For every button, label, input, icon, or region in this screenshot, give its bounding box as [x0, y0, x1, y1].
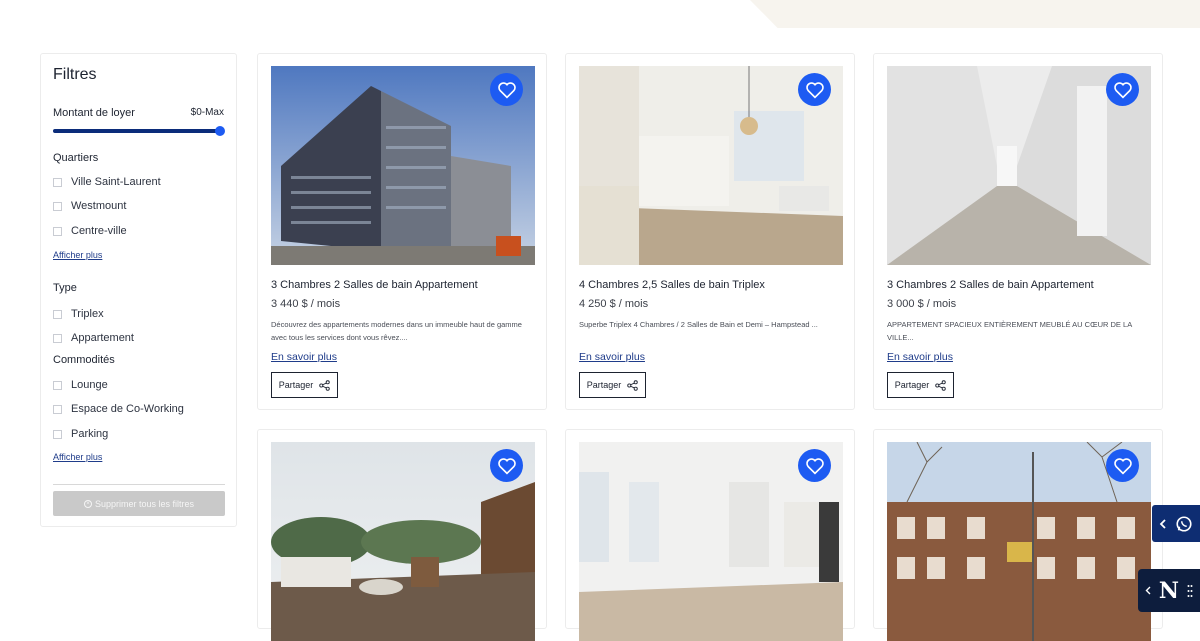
heart-icon [497, 457, 516, 475]
filters-panel: Filtres Montant de loyer $0-Max Quartier… [40, 53, 237, 527]
favorite-button[interactable] [490, 73, 523, 106]
checkbox-box[interactable] [53, 380, 62, 390]
checkbox-label: Centre-ville [71, 225, 127, 237]
clear-filters-button[interactable]: × Supprimer tous les filtres [53, 491, 225, 516]
type-title: Type [53, 282, 77, 294]
checkbox-westmount[interactable]: Westmount [53, 200, 126, 212]
listing-photo-terrace[interactable] [271, 442, 535, 641]
checkbox-label: Westmount [71, 200, 127, 212]
listing-card: 3 Chambres 2 Salles de bain Appartement … [257, 53, 547, 410]
listing-title: 3 Chambres 2 Salles de bain Appartement [271, 279, 478, 291]
share-icon [935, 379, 946, 391]
header-decoration [750, 0, 1200, 28]
share-button[interactable]: Partager [271, 372, 338, 398]
listing-card: 3 Chambres 2 Salles de bain Appartement … [873, 53, 1163, 410]
checkbox-lounge[interactable]: Lounge [53, 379, 108, 391]
drag-handle-icon [1187, 584, 1193, 597]
share-icon [627, 379, 638, 391]
learn-more-link[interactable]: En savoir plus [887, 351, 953, 363]
checkbox-box[interactable] [53, 201, 62, 211]
listing-title: 3 Chambres 2 Salles de bain Appartement [887, 279, 1094, 291]
favorite-button[interactable] [798, 449, 831, 482]
heart-icon [1113, 457, 1132, 475]
favorite-button[interactable] [1106, 73, 1139, 106]
amenities-title: Commodités [53, 354, 115, 366]
share-label: Partager [586, 380, 622, 390]
listing-photo-living-room[interactable] [579, 442, 843, 641]
listing-photo-hallway[interactable] [887, 66, 1151, 265]
checkbox-appartement[interactable]: Appartement [53, 332, 134, 344]
listing-description: APPARTEMENT SPACIEUX ENTIÈREMENT MEUBLÉ … [887, 320, 1132, 342]
listing-card [565, 429, 855, 641]
filters-title: Filtres [53, 66, 97, 83]
checkbox-label: Triplex [71, 308, 104, 320]
brand-widget[interactable]: N [1138, 569, 1200, 612]
listing-price: 3 000 $ / mois [887, 298, 957, 310]
checkbox-label: Espace de Co-Working [71, 403, 184, 415]
share-button[interactable]: Partager [579, 372, 646, 398]
listing-title: 4 Chambres 2,5 Salles de bain Triplex [579, 279, 765, 291]
listing-card: 4 Chambres 2,5 Salles de bain Triplex 4 … [565, 53, 855, 410]
heart-icon [497, 81, 516, 99]
heart-icon [1113, 81, 1132, 99]
favorite-button[interactable] [798, 73, 831, 106]
neighborhoods-title: Quartiers [53, 152, 99, 164]
rent-filter-header: Montant de loyer $0-Max [53, 107, 224, 119]
amenities-show-more-link[interactable]: Afficher plus [53, 452, 102, 462]
listing-card [257, 429, 547, 641]
learn-more-link[interactable]: En savoir plus [579, 351, 645, 363]
checkbox-centre-ville[interactable]: Centre-ville [53, 225, 127, 237]
checkbox-triplex[interactable]: Triplex [53, 308, 104, 320]
listing-description: Superbe Triplex 4 Chambres / 2 Salles de… [579, 320, 818, 329]
brand-logo-letter: N [1158, 577, 1180, 604]
listing-photo-townhouses[interactable] [887, 442, 1151, 641]
listing-price: 4 250 $ / mois [579, 298, 649, 310]
checkbox-box[interactable] [53, 226, 62, 236]
checkbox-box[interactable] [53, 333, 62, 343]
rent-slider-handle[interactable] [215, 126, 225, 136]
share-icon [319, 379, 330, 391]
listing-card [873, 429, 1163, 641]
neighborhoods-show-more-link[interactable]: Afficher plus [53, 250, 102, 260]
listing-description: Découvrez des appartements modernes dans… [271, 320, 522, 342]
share-label: Partager [894, 380, 930, 390]
favorite-button[interactable] [490, 449, 523, 482]
share-label: Partager [278, 380, 314, 390]
whatsapp-icon [1176, 515, 1192, 532]
rent-label: Montant de loyer [53, 107, 135, 119]
checkbox-box[interactable] [53, 404, 62, 414]
checkbox-label: Parking [71, 428, 109, 440]
checkbox-box[interactable] [53, 177, 62, 187]
learn-more-link[interactable]: En savoir plus [271, 351, 337, 363]
checkbox-label: Lounge [71, 379, 108, 391]
chevron-left-icon [1145, 586, 1151, 595]
share-button[interactable]: Partager [887, 372, 954, 398]
checkbox-box[interactable] [53, 429, 62, 439]
listing-photo-building[interactable] [271, 66, 535, 265]
checkbox-coworking[interactable]: Espace de Co-Working [53, 403, 184, 415]
chevron-left-icon [1159, 518, 1166, 529]
favorite-button[interactable] [1106, 449, 1139, 482]
rent-value: $0-Max [190, 107, 224, 118]
heart-icon [805, 81, 824, 99]
clear-filters-label: Supprimer tous les filtres [94, 498, 195, 509]
checkbox-label: Ville Saint-Laurent [71, 176, 161, 188]
checkbox-ville-saint-laurent[interactable]: Ville Saint-Laurent [53, 176, 161, 188]
listing-photo-kitchen[interactable] [579, 66, 843, 265]
heart-icon [805, 457, 824, 475]
checkbox-parking[interactable]: Parking [53, 428, 108, 440]
listing-price: 3 440 $ / mois [271, 298, 341, 310]
sidebar-divider [53, 484, 225, 485]
whatsapp-widget[interactable] [1152, 505, 1200, 542]
checkbox-box[interactable] [53, 309, 62, 319]
checkbox-label: Appartement [71, 332, 134, 344]
clear-icon: × [83, 499, 92, 508]
rent-slider-track[interactable] [53, 129, 221, 133]
